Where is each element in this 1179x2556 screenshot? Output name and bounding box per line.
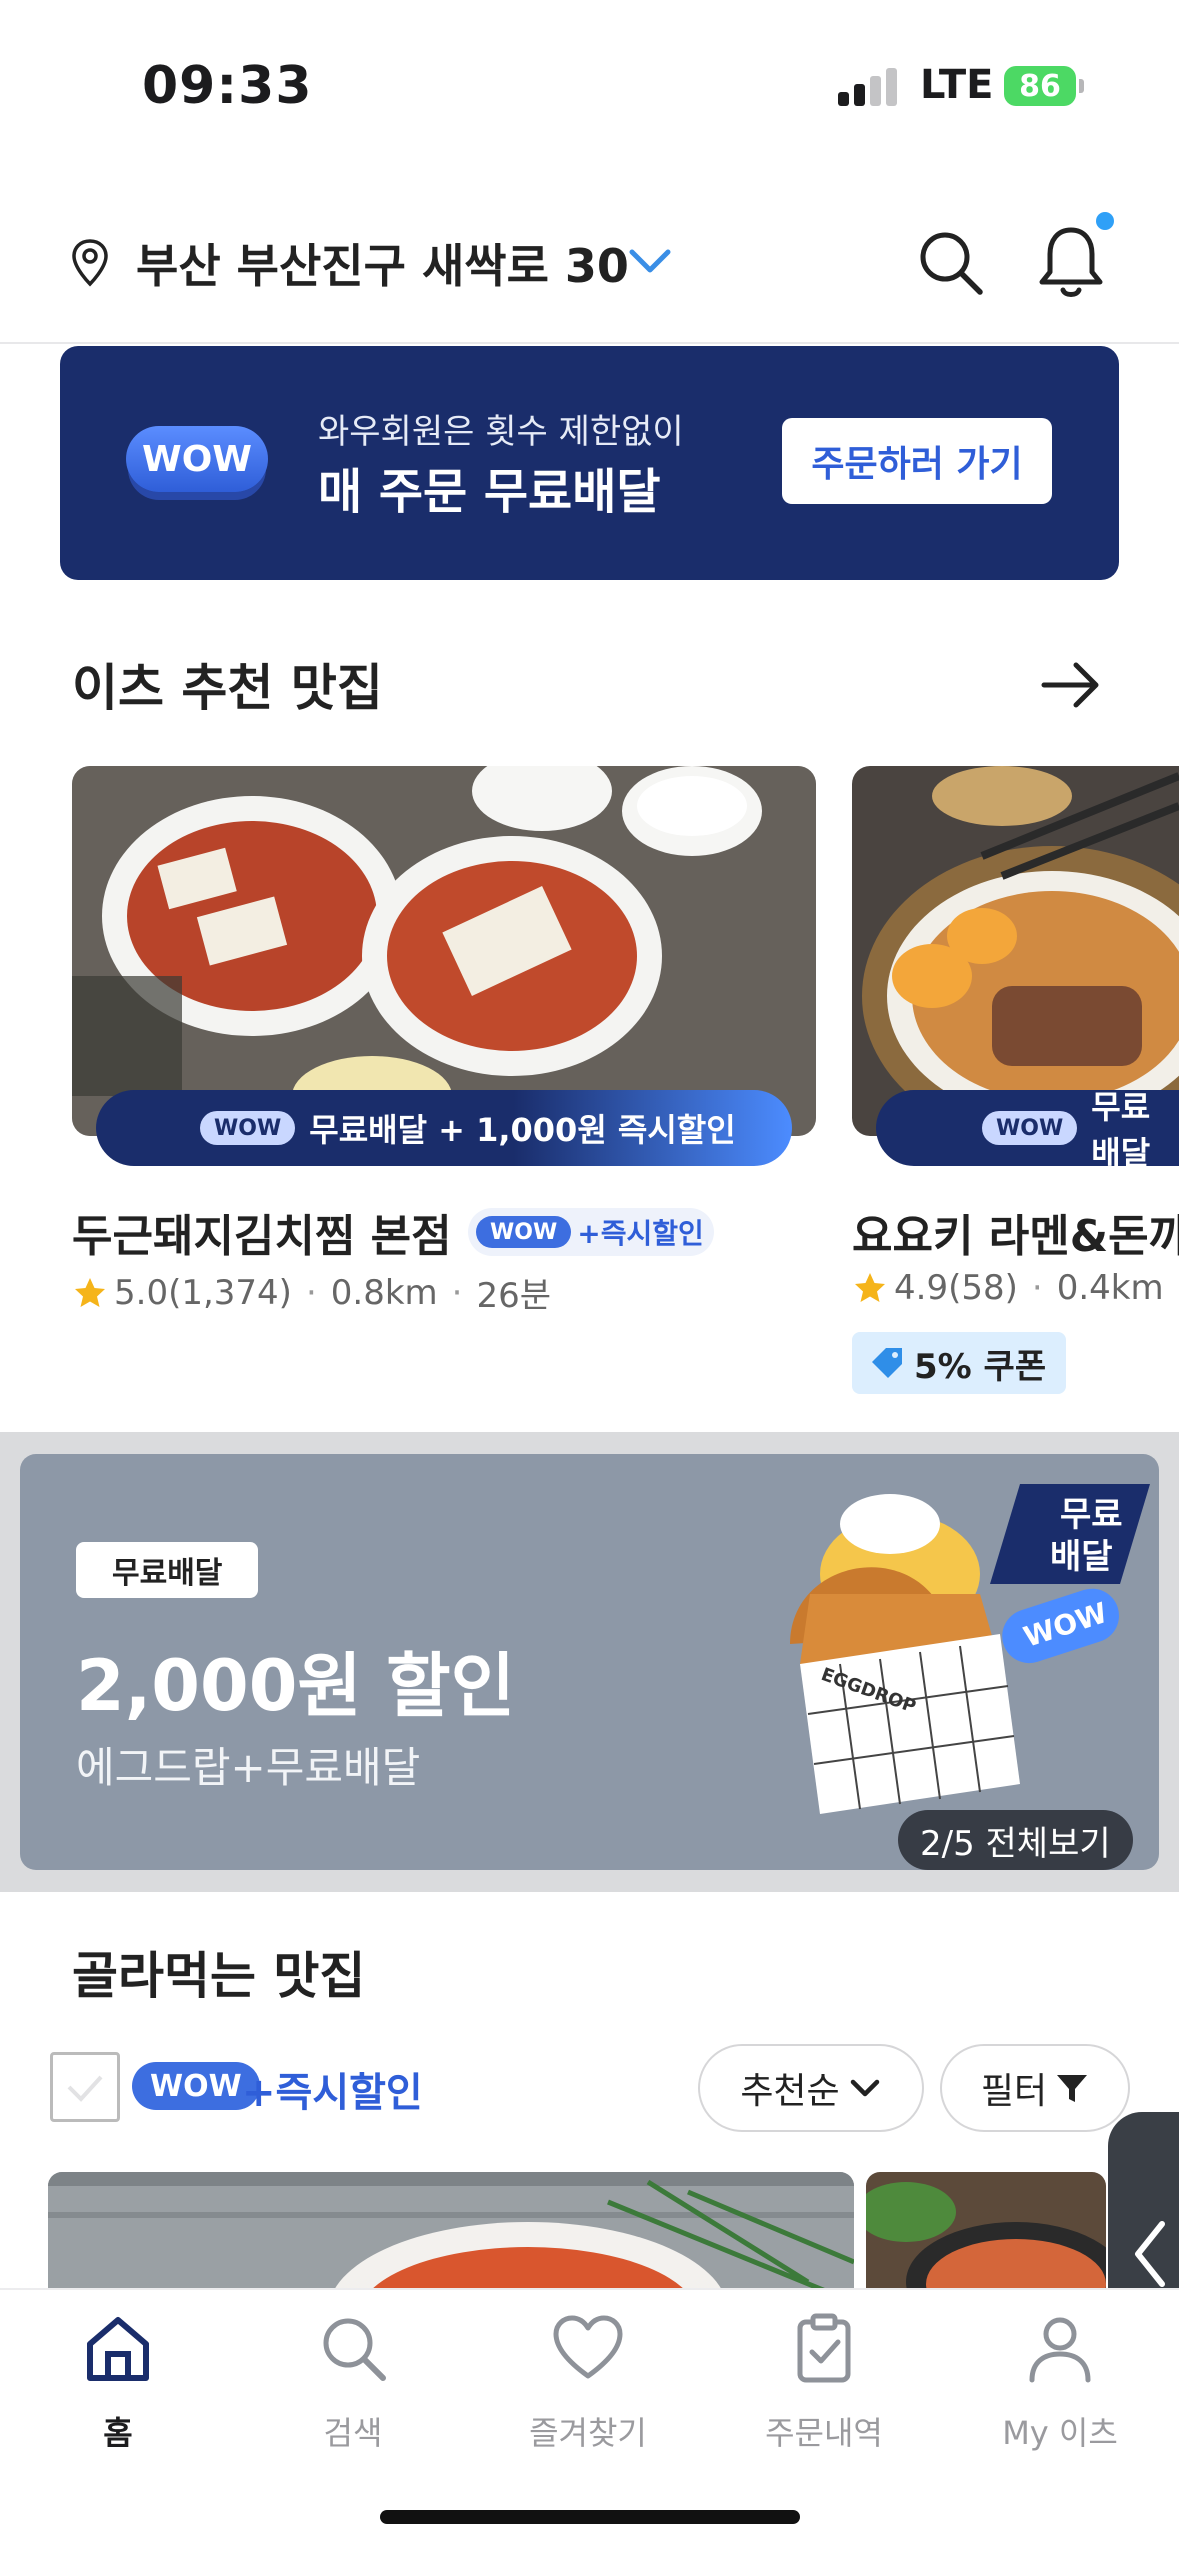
free-delivery-tag-line1: 무료 — [1060, 1495, 1123, 1535]
separator: · — [451, 1272, 463, 1313]
review-count: (1,374) — [168, 1272, 292, 1313]
bell-icon[interactable] — [1036, 222, 1106, 300]
distance: 0.4km — [1056, 1268, 1164, 1308]
promo-subtitle: 에그드랍+무료배달 — [76, 1743, 421, 1792]
instant-discount-filter-label[interactable]: +즉시할인 — [242, 2060, 423, 2118]
location-pin-icon — [72, 239, 108, 287]
restaurant-list-image[interactable] — [866, 2172, 1106, 2292]
tab-label: 홈 — [103, 2414, 133, 2452]
wow-badge-mini: WOW — [476, 1216, 572, 1248]
network-label: LTE — [920, 62, 994, 108]
search-icon — [323, 2318, 386, 2381]
wow-badge: WOW — [126, 426, 268, 492]
promo-text: 무료배달 + 1,000원 즉시할인 — [309, 1111, 736, 1149]
chevron-down-icon[interactable] — [628, 246, 672, 276]
ramen-photo — [852, 766, 1179, 1136]
sort-label: 추천순 — [740, 2071, 840, 2112]
status-time: 09:33 — [142, 56, 313, 116]
store-name[interactable]: 요요키 라멘&돈까 — [852, 1200, 1179, 1264]
free-delivery-promo: WOW 무료배달 — [876, 1088, 1179, 1172]
stew-photo — [48, 2172, 854, 2292]
header: 부산 부산진구 새싹로 30 — [0, 200, 1179, 344]
user-icon — [1029, 2317, 1091, 2383]
tab-home[interactable]: 홈 — [18, 2310, 218, 2454]
coupon-text: 5% 쿠폰 — [914, 1346, 1047, 1387]
rating-value: 5.0 — [114, 1272, 169, 1313]
check-icon — [67, 2075, 103, 2102]
distance: 0.8km — [330, 1272, 438, 1313]
store-rating-row: 4.9 (58) · 0.4km — [852, 1268, 1164, 1308]
wow-banner-title: 매 주문 무료배달 — [318, 464, 661, 520]
pick-section-title: 골라먹는 맛집 — [72, 1947, 366, 2005]
separator: · — [305, 1272, 317, 1313]
chevron-down-icon — [850, 2079, 879, 2097]
signal-icon — [838, 66, 900, 106]
funnel-icon — [1057, 2075, 1088, 2102]
notification-dot — [1096, 212, 1114, 230]
wow-badge: WOW — [132, 2062, 260, 2110]
promo-title: 2,000원 할인 — [76, 1645, 515, 1727]
eggdrop-sandwich-image: EGGDROP 무료 배달 WOW — [790, 1484, 1150, 1814]
free-delivery-chip: 무료배달 — [76, 1542, 259, 1598]
tab-label: 검색 — [323, 2414, 383, 2452]
clipboard-icon — [797, 2313, 851, 2383]
rating-value: 4.9 — [894, 1268, 949, 1308]
tab-favorites[interactable]: 즐겨찾기 — [488, 2310, 688, 2454]
sort-button[interactable]: 추천순 — [698, 2044, 924, 2132]
tag-text: +즉시할인 — [577, 1217, 704, 1250]
wow-membership-banner[interactable]: WOW 와우회원은 횟수 제한없이 매 주문 무료배달 주문하러 가기 — [60, 346, 1119, 580]
star-icon — [855, 1273, 885, 1302]
filter-button[interactable]: 필터 — [940, 2044, 1130, 2132]
promo-card[interactable]: 무료배달 2,000원 할인 에그드랍+무료배달 EGGDROP 무료 배달 W… — [20, 1454, 1159, 1870]
address-selector[interactable]: 부산 부산진구 새싹로 30 — [136, 230, 629, 296]
carousel-page-indicator[interactable]: 2/5 전체보기 — [898, 1810, 1133, 1870]
heart-icon — [553, 2315, 623, 2379]
tab-label: 주문내역 — [765, 2414, 883, 2452]
separator: · — [1031, 1268, 1043, 1308]
tab-search[interactable]: 검색 — [253, 2310, 453, 2454]
recommend-section-title: 이츠 추천 맛집 — [72, 659, 383, 717]
filter-label: 필터 — [980, 2071, 1048, 2112]
home-indicator — [380, 2510, 800, 2524]
wow-filter-checkbox[interactable] — [50, 2052, 120, 2122]
free-delivery-tag-line2: 배달 — [1050, 1537, 1113, 1577]
wow-banner-subtitle: 와우회원은 횟수 제한없이 — [318, 412, 684, 452]
order-now-button[interactable]: 주문하러 가기 — [782, 418, 1052, 504]
star-icon — [75, 1277, 105, 1307]
home-icon — [87, 2317, 149, 2381]
chevron-left-icon — [1135, 2221, 1165, 2287]
coupon-badge: 5% 쿠폰 — [852, 1332, 1067, 1394]
wow-badge-mini: WOW — [982, 1111, 1078, 1145]
tab-label: 즐겨찾기 — [529, 2414, 647, 2452]
kimchi-jjim-photo — [72, 766, 816, 1136]
delivery-time: 26분 — [476, 1276, 552, 1316]
promo-text: 무료배달 — [1091, 1088, 1151, 1172]
store-image[interactable] — [852, 766, 1179, 1136]
tab-orders[interactable]: 주문내역 — [724, 2310, 924, 2454]
free-delivery-promo: WOW 무료배달 + 1,000원 즉시할인 — [96, 1090, 792, 1166]
review-count: (58) — [948, 1268, 1018, 1308]
coupon-tag-icon — [872, 1348, 902, 1378]
wow-badge-mini: WOW — [200, 1111, 296, 1145]
tab-my-eats[interactable]: My 이츠 — [960, 2310, 1160, 2454]
arrow-right-icon[interactable] — [1040, 660, 1102, 710]
tab-label: My 이츠 — [1002, 2414, 1118, 2452]
battery-level: 86 — [1019, 68, 1061, 104]
search-icon[interactable] — [914, 226, 986, 298]
restaurant-list-image[interactable] — [48, 2172, 854, 2292]
soup-photo — [866, 2172, 1106, 2292]
store-rating-row: 5.0 (1,374) · 0.8km · 26분 — [72, 1268, 551, 1317]
wow-instant-discount-tag: WOW +즉시할인 — [468, 1208, 714, 1256]
store-image[interactable] — [72, 766, 816, 1136]
store-name[interactable]: 두근돼지김치찜 본점 — [72, 1200, 452, 1264]
battery-icon: 86 — [1004, 66, 1084, 106]
